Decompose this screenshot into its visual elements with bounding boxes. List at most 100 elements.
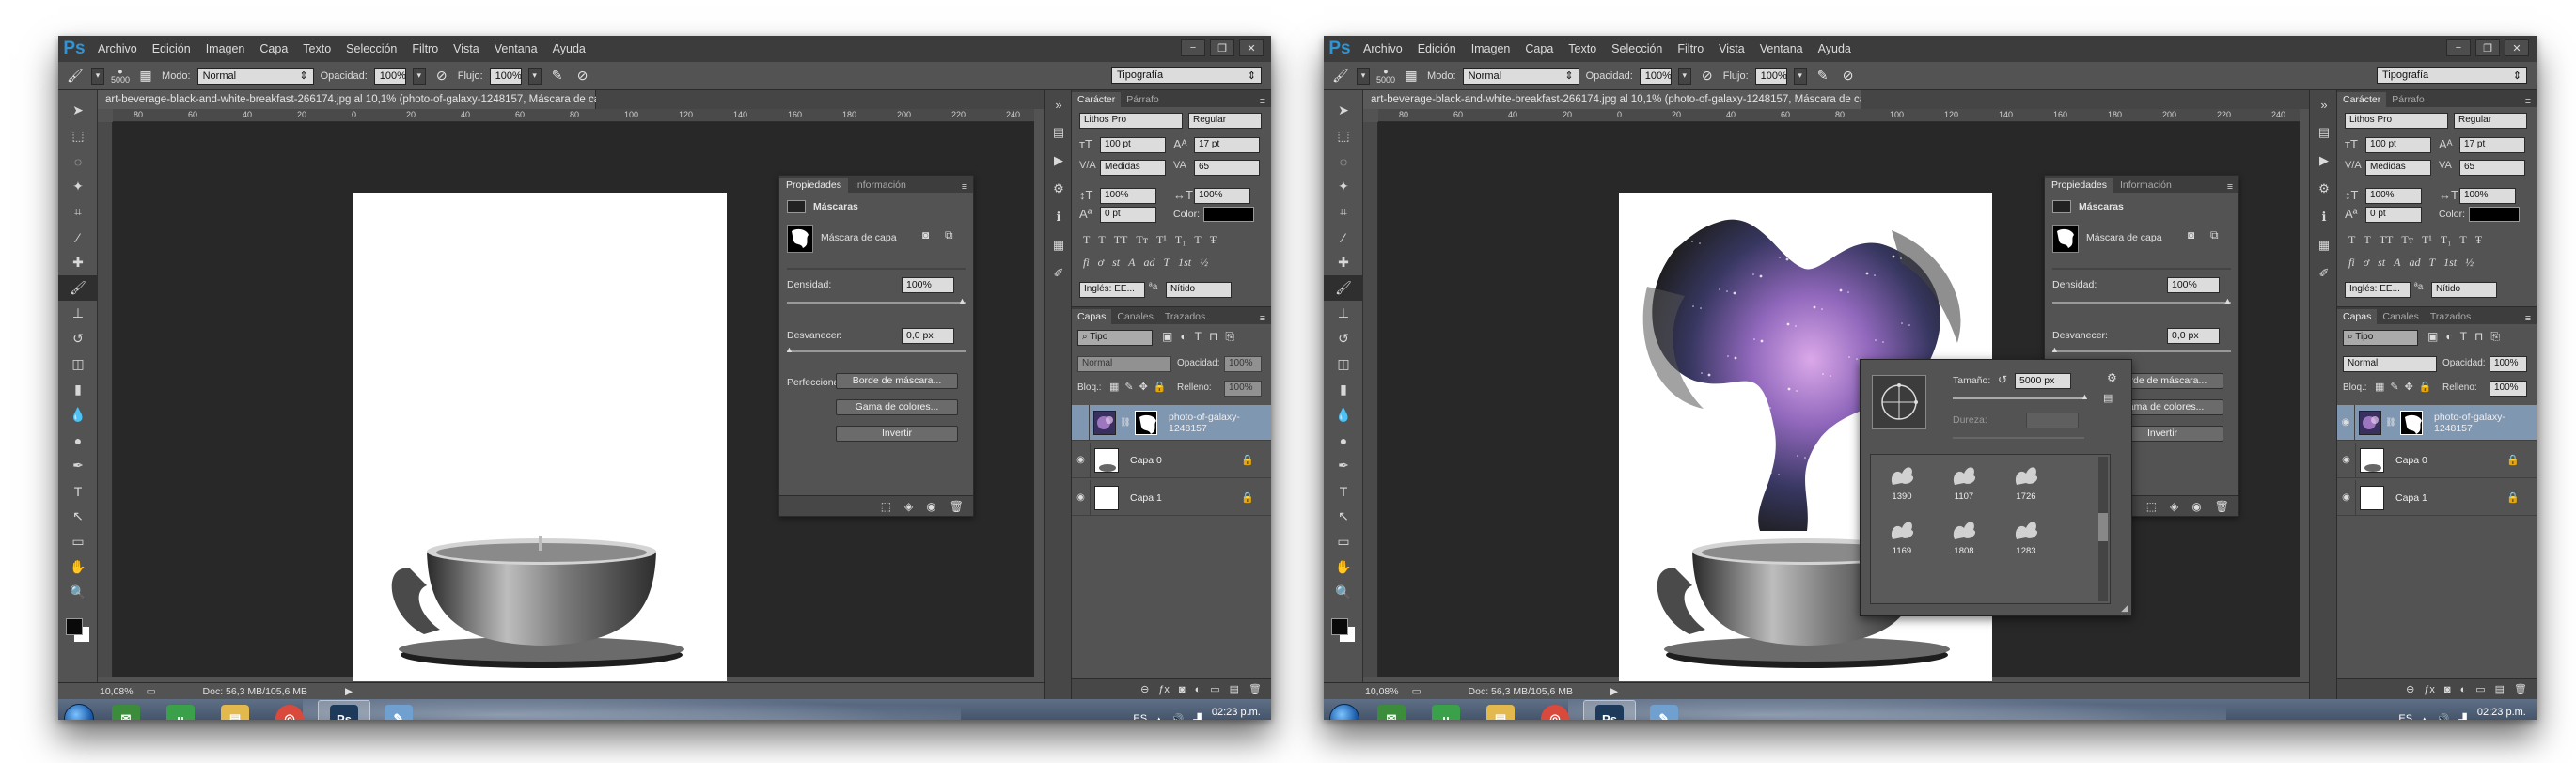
pixel-mask-icon[interactable]: ◙ xyxy=(922,228,929,241)
status-menu-arrow-icon[interactable]: ▶ xyxy=(345,686,353,697)
brush-panel-toggle-icon[interactable]: ▦ xyxy=(136,67,155,86)
menu-item[interactable]: Ayuda xyxy=(1811,42,1859,55)
feather-input[interactable]: 0,0 px xyxy=(2167,328,2220,344)
layer-name[interactable]: photo-of-galaxy-1248157 xyxy=(2434,412,2537,434)
marquee-tool-icon[interactable]: ⬚ xyxy=(1324,123,1363,148)
adjustment-filter-icon[interactable]: ◐ xyxy=(2445,330,2452,344)
brush-preset[interactable]: 1283 xyxy=(2004,515,2048,556)
density-slider[interactable] xyxy=(787,302,966,304)
language-indicator[interactable]: ES xyxy=(2398,713,2412,720)
marquee-tool-icon[interactable]: ⬚ xyxy=(58,123,98,148)
eraser-tool-icon[interactable]: ◫ xyxy=(1324,351,1363,377)
lock-transparency-icon[interactable]: ▦ xyxy=(2375,381,2384,393)
tab-paragraph[interactable]: Párrafo xyxy=(1121,92,1164,107)
panel-menu-icon[interactable]: ≡ xyxy=(2222,181,2238,193)
clock[interactable]: 02:23 p.m.15/11/2019 xyxy=(2476,707,2527,720)
status-menu-arrow-icon[interactable]: ▶ xyxy=(1610,686,1618,697)
feather-slider[interactable] xyxy=(2052,350,2231,352)
taskbar-explorer-app[interactable]: ▤ xyxy=(1474,700,1527,720)
crop-tool-icon[interactable]: ⌗ xyxy=(58,199,98,225)
menu-item[interactable]: Edición xyxy=(145,42,198,55)
menu-item[interactable]: Vista xyxy=(1711,42,1752,55)
horizontal-scale-input[interactable]: 100% xyxy=(2459,188,2516,204)
taskbar-chrome-app[interactable]: ◎ xyxy=(1529,700,1581,720)
invert-button[interactable]: Invertir xyxy=(836,426,958,442)
font-size-input[interactable]: 100 pt xyxy=(1100,137,1166,153)
volume-icon[interactable]: 🔊 xyxy=(2437,713,2450,721)
opacity-dropdown-icon[interactable]: ▾ xyxy=(1677,67,1691,85)
opentype-button[interactable]: A xyxy=(2394,256,2400,270)
layer-name[interactable]: Capa 0 xyxy=(1130,455,1162,466)
gradient-tool-icon[interactable]: ▮ xyxy=(1324,377,1363,402)
zoom-level[interactable]: 10,08% xyxy=(1365,686,1399,697)
visibility-eye-icon[interactable]: ◉ xyxy=(2337,479,2356,516)
apply-mask-icon[interactable]: ◈ xyxy=(2170,500,2178,513)
vector-mask-icon[interactable]: ⧉ xyxy=(2210,228,2219,242)
eyedropper-tool-icon[interactable]: ⁄ xyxy=(1324,225,1363,250)
volume-icon[interactable]: 🔊 xyxy=(1171,713,1185,721)
panel-menu-icon[interactable]: ≡ xyxy=(2520,313,2537,324)
taskbar-paint-app[interactable]: ✎ xyxy=(1638,700,1690,720)
visibility-eye-icon[interactable]: ◉ xyxy=(1072,479,1091,516)
panel-menu-icon[interactable]: ≡ xyxy=(1254,313,1271,324)
menu-item[interactable]: Filtro xyxy=(1670,42,1711,55)
visibility-eye-icon[interactable] xyxy=(1072,404,1090,441)
taskbar-photoshop-app[interactable]: Ps xyxy=(318,700,370,720)
adjustment-filter-icon[interactable]: ◐ xyxy=(1180,330,1186,344)
lock-all-icon[interactable]: 🔒 xyxy=(1154,381,1167,393)
path-select-tool-icon[interactable]: ↖ xyxy=(1324,504,1363,529)
type-style-button[interactable]: T xyxy=(2348,233,2355,247)
visibility-eye-icon[interactable]: ◉ xyxy=(2337,442,2356,478)
opentype-button[interactable]: fi xyxy=(2348,256,2355,270)
font-family-select[interactable]: Lithos Pro xyxy=(2345,113,2448,129)
language-select[interactable]: Inglés: EE... xyxy=(2345,282,2411,298)
panel-menu-icon[interactable]: ≡ xyxy=(2520,96,2537,107)
panel-menu-icon[interactable]: ≡ xyxy=(1254,96,1271,107)
swatches-icon[interactable]: ▦ xyxy=(1045,231,1073,259)
pressure-size-icon[interactable]: ⊘ xyxy=(1839,67,1858,86)
taskbar-explorer-app[interactable]: ▤ xyxy=(209,700,261,720)
opentype-button[interactable]: ad xyxy=(1143,256,1154,270)
type-style-button[interactable]: T xyxy=(2459,233,2466,247)
layer-opacity-input[interactable]: 100% xyxy=(2490,356,2527,372)
menu-item[interactable]: Texto xyxy=(1561,42,1604,55)
brush-tool-icon[interactable]: 🖌 xyxy=(1331,67,1350,86)
type-tool-icon[interactable]: T xyxy=(1324,478,1363,504)
horizontal-scale-input[interactable]: 100% xyxy=(1194,188,1250,204)
actions-icon[interactable]: ▶ xyxy=(1045,147,1073,175)
type-style-button[interactable]: TT xyxy=(2380,233,2394,247)
actions-icon[interactable]: ▶ xyxy=(2310,147,2338,175)
start-button[interactable] xyxy=(58,699,100,720)
airbrush-icon[interactable]: ✎ xyxy=(548,67,567,86)
shape-filter-icon[interactable]: ⊓ xyxy=(1209,330,1217,344)
eraser-tool-icon[interactable]: ◫ xyxy=(58,351,98,377)
workspace-select[interactable]: Tipografía ⇕ xyxy=(1111,67,1262,84)
delete-layer-icon[interactable]: 🗑 xyxy=(1249,683,1262,695)
brush-size-input[interactable]: 5000 px xyxy=(2015,373,2071,389)
collapse-arrows-icon[interactable]: » xyxy=(2310,90,2338,118)
healing-tool-icon[interactable]: ✚ xyxy=(1324,250,1363,275)
size-slider-handle-icon[interactable]: ▲ xyxy=(2081,392,2089,401)
quick-select-tool-icon[interactable]: ✦ xyxy=(58,174,98,199)
quick-select-tool-icon[interactable]: ✦ xyxy=(1324,174,1363,199)
dodge-tool-icon[interactable]: ● xyxy=(58,428,98,453)
taskbar-mail-app[interactable]: ✉ xyxy=(1365,700,1418,720)
tab-paths[interactable]: Trazados xyxy=(1159,309,1211,324)
hand-tool-icon[interactable]: ✋ xyxy=(58,554,98,580)
type-style-button[interactable]: T xyxy=(1098,233,1105,247)
brush-preset-picker[interactable]: ● 5000 xyxy=(1376,67,1395,85)
lock-transparency-icon[interactable]: ▦ xyxy=(1109,381,1119,393)
font-size-input[interactable]: 100 pt xyxy=(2365,137,2431,153)
apply-mask-icon[interactable]: ◈ xyxy=(904,500,913,513)
tray-expand-icon[interactable]: ▴ xyxy=(1156,713,1162,721)
density-input[interactable]: 100% xyxy=(2167,277,2220,293)
opentype-button[interactable]: 1st xyxy=(2443,256,2457,270)
kerning-select[interactable]: Medidas xyxy=(2365,160,2431,176)
layer-name[interactable]: Capa 1 xyxy=(2395,492,2427,504)
picker-settings-icon[interactable]: ⚙ xyxy=(2107,371,2117,384)
close-button[interactable]: ✕ xyxy=(2505,39,2529,56)
restore-button[interactable]: ❐ xyxy=(1210,39,1234,56)
type-style-button[interactable]: Ŧ xyxy=(2475,233,2482,247)
type-style-button[interactable]: T₁ xyxy=(2441,233,2452,247)
brush-tool-icon[interactable]: 🖌 xyxy=(58,275,98,301)
